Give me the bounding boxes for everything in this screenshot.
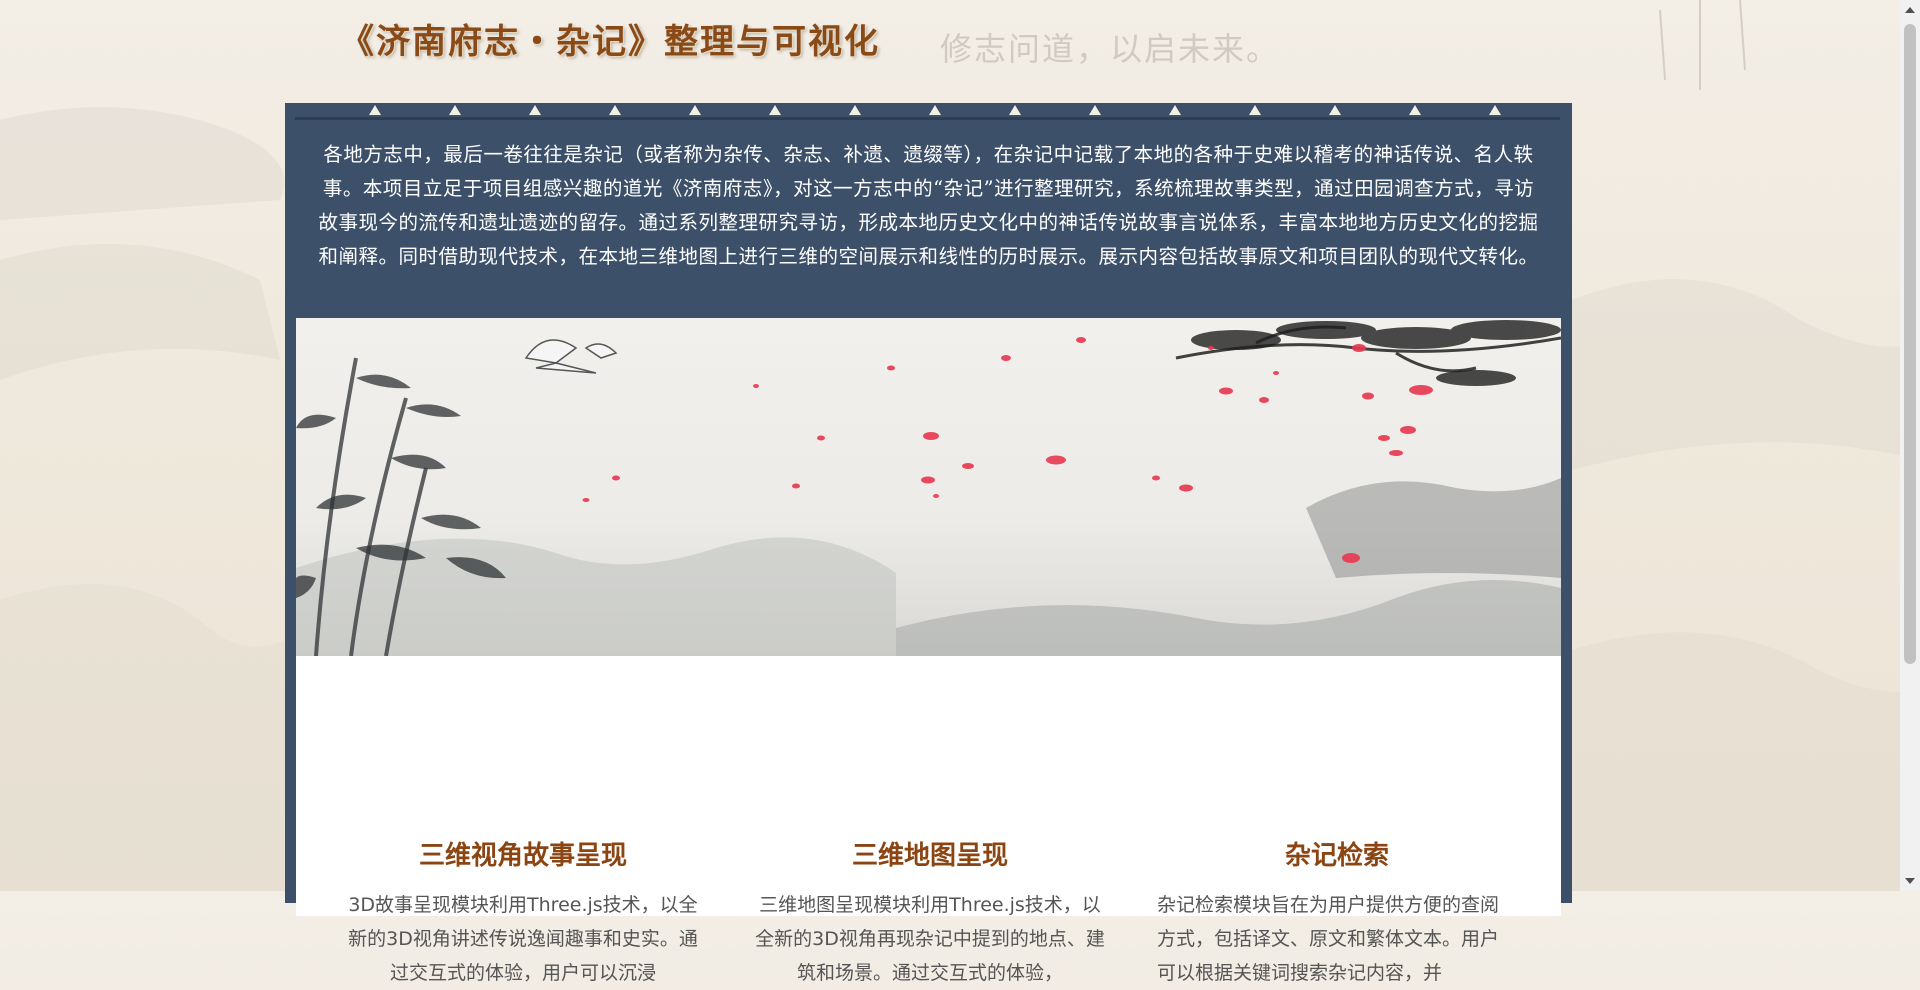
banner-illustration [296,320,1561,656]
main-frame: 各地方志中，最后一卷往往是杂记（或者称为杂传、杂志、补遗、遗缀等），在杂记中记载… [285,103,1572,984]
feature-description: 3D故事呈现模块利用Three.js技术，以全新的3D视角讲述传说逸闻趣事和史实… [348,894,698,984]
scroll-up-icon[interactable] [1905,7,1915,13]
decorative-triangle-strip [295,105,1560,120]
vertical-scrollbar[interactable] [1900,0,1920,891]
feature-title: 三维视角故事呈现 [418,841,627,871]
feature-title: 杂记检索 [1284,841,1389,871]
site-header: 《济南府志・杂记》整理与可视化 修志问道，以启未来。 [0,0,1900,100]
feature-title: 三维地图呈现 [851,841,1008,871]
scroll-thumb[interactable] [1904,24,1916,664]
feature-description: 三维地图呈现模块利用Three.js技术，以全新的3D视角再现杂记中提到的地点、… [755,894,1105,984]
motto-watermark: 修志问道，以启未来。 [940,30,1281,68]
site-title: 《济南府志・杂记》整理与可视化 [340,22,880,62]
feature-description: 杂记检索模块旨在为用户提供方便的查阅方式，包括译文、原文和繁体文本。用户可以根据… [1157,894,1500,984]
ink-painting-banner [296,318,1561,656]
scroll-down-icon[interactable] [1905,878,1915,884]
features-section: 三维视角故事呈现 3D故事呈现模块利用Three.js技术，以全新的3D视角讲述… [296,656,1561,984]
crane-icon [524,339,618,374]
project-intro: 各地方志中，最后一卷往往是杂记（或者称为杂传、杂志、补遗、遗缀等），在杂记中记载… [318,143,1539,268]
